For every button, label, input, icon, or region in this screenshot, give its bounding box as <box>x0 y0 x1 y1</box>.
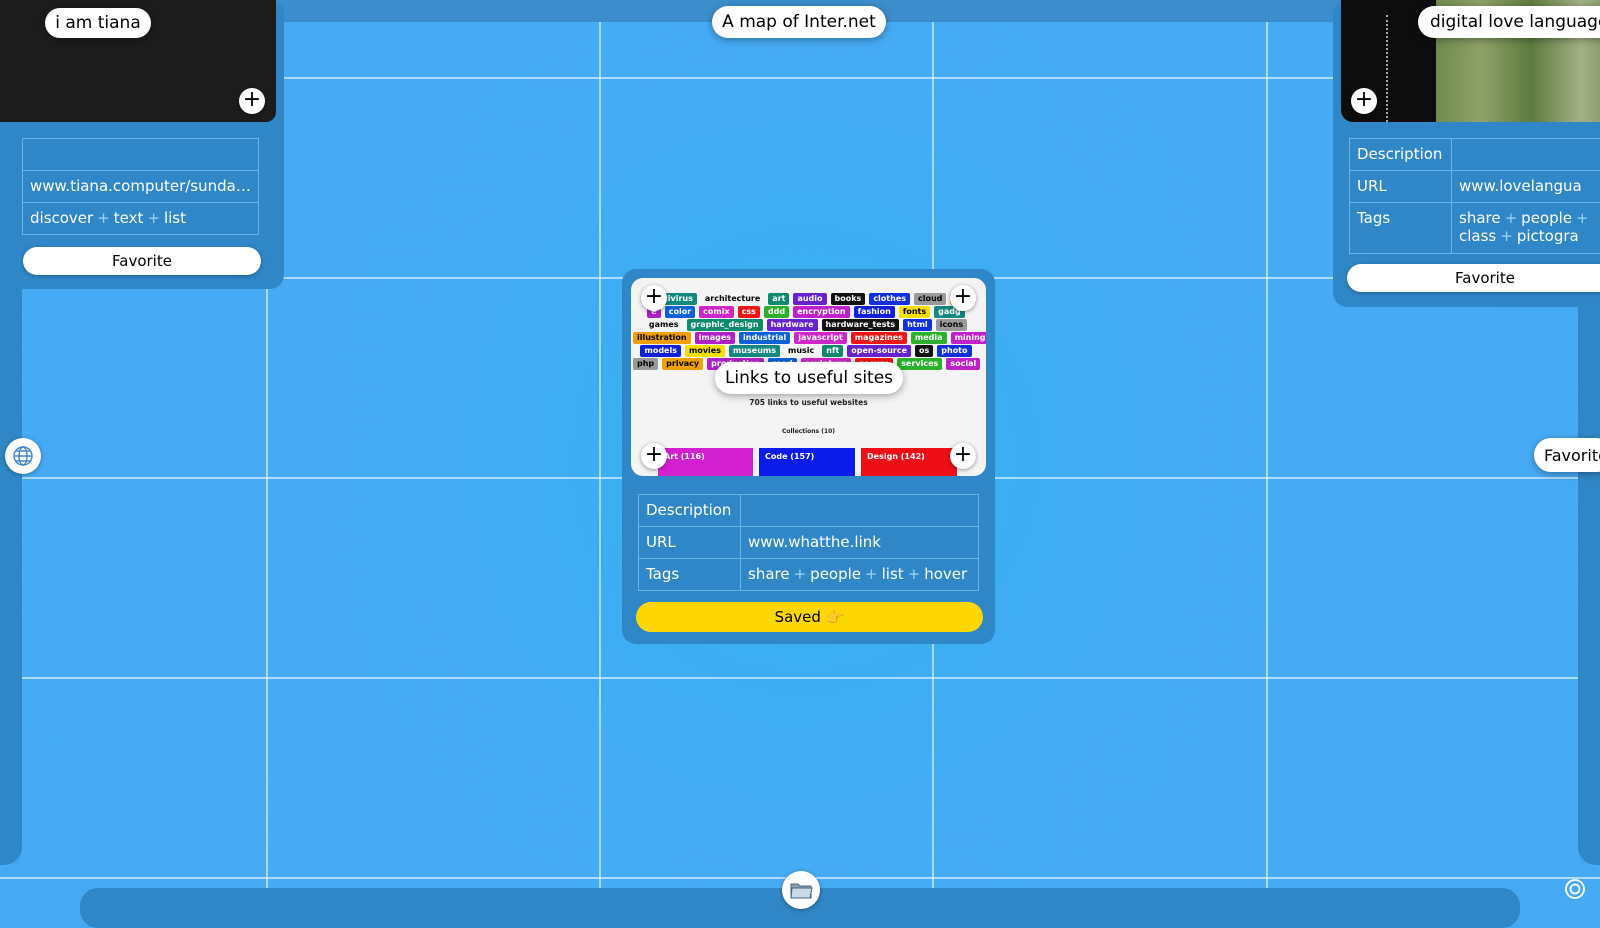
collection-label: Art (116) <box>664 452 705 461</box>
url-value[interactable]: www.whatthe.link <box>741 527 979 559</box>
tag[interactable]: hover <box>924 565 967 583</box>
target-button[interactable] <box>1564 878 1586 900</box>
collection-label: Design (142) <box>867 452 925 461</box>
tag[interactable]: share <box>748 565 790 583</box>
tag[interactable]: pictogra <box>1517 227 1579 245</box>
site-card-tiana[interactable]: + www.tiana.computer/sunda… discover+tex… <box>0 0 284 289</box>
tags-value: share+people+ class+pictogra <box>1452 203 1600 254</box>
favorite-button[interactable]: Favorite <box>1347 264 1600 292</box>
favorite-button[interactable]: Favorite <box>23 247 261 275</box>
tag[interactable]: discover <box>30 209 93 227</box>
globe-icon <box>12 445 34 467</box>
tag[interactable]: people <box>1521 209 1572 227</box>
table-row: www.tiana.computer/sunda… <box>23 171 259 203</box>
add-button[interactable]: + <box>641 443 667 469</box>
site-card-whatthe-link[interactable]: antivirusarchitectureartaudiobooksclothe… <box>622 269 995 644</box>
folder-icon <box>789 879 813 901</box>
globe-button[interactable] <box>5 438 41 474</box>
tags-label: Tags <box>1350 203 1452 254</box>
preview-summary: 705 links to useful websites <box>631 398 986 407</box>
description-label: Description <box>1350 139 1452 171</box>
table-row: Description <box>639 495 979 527</box>
collection-code[interactable]: Code (157) <box>759 448 855 476</box>
site-title-whatthe-link[interactable]: Links to useful sites <box>715 362 903 394</box>
site-info-table: Description URL www.whatthe.link Tags sh… <box>638 494 979 591</box>
table-row: URL www.whatthe.link <box>639 527 979 559</box>
tag[interactable]: list <box>882 565 904 583</box>
description-value <box>741 495 979 527</box>
site-info-table: Description URL www.lovelangua Tags shar… <box>1349 138 1600 254</box>
table-row: Description <box>1350 139 1600 171</box>
table-row: Tags share+people+list+hover <box>639 559 979 591</box>
saved-button[interactable]: Saved 👉 <box>636 602 983 632</box>
site-info-table: www.tiana.computer/sunda… discover+text+… <box>22 138 259 235</box>
preview-divider <box>1386 15 1388 122</box>
tags-value: share+people+list+hover <box>741 559 979 591</box>
description-value <box>23 139 259 171</box>
table-row <box>23 139 259 171</box>
target-icon <box>1564 878 1586 900</box>
add-button[interactable]: + <box>641 285 667 311</box>
url-label: URL <box>1350 171 1452 203</box>
tag[interactable]: text <box>114 209 144 227</box>
description-label: Description <box>639 495 741 527</box>
description-value <box>1452 139 1600 171</box>
collection-art[interactable]: Art (116) <box>658 448 753 476</box>
collection-design[interactable]: Design (142) <box>861 448 957 476</box>
tag[interactable]: people <box>810 565 861 583</box>
tag[interactable]: share <box>1459 209 1501 227</box>
tags-label: Tags <box>639 559 741 591</box>
folder-button[interactable] <box>782 871 820 909</box>
table-row: URL www.lovelangua <box>1350 171 1600 203</box>
add-button[interactable]: + <box>950 285 976 311</box>
add-button[interactable]: + <box>1351 88 1377 114</box>
site-card-love-language[interactable]: + Description URL www.lovelangua Tags sh… <box>1333 0 1600 307</box>
url-value[interactable]: www.lovelangua <box>1452 171 1600 203</box>
url-value[interactable]: www.tiana.computer/sunda… <box>23 171 259 203</box>
url-label: URL <box>639 527 741 559</box>
site-title-tiana[interactable]: i am tiana <box>45 8 151 38</box>
table-row: discover+text+list <box>23 203 259 235</box>
tags-value: discover+text+list <box>23 203 259 235</box>
site-title-love-language[interactable]: digital love language <box>1418 6 1600 38</box>
preview-collections-label: Collections (10) <box>631 428 986 435</box>
collection-label: Code (157) <box>765 452 814 461</box>
tag[interactable]: list <box>164 209 186 227</box>
tag[interactable]: class <box>1459 227 1496 245</box>
table-row: Tags share+people+ class+pictogra <box>1350 203 1600 254</box>
favorite-button-offscreen[interactable]: Favorite <box>1534 438 1600 472</box>
add-button[interactable]: + <box>950 443 976 469</box>
page-title: A map of Inter.net <box>712 6 886 38</box>
add-button[interactable]: + <box>239 88 265 114</box>
